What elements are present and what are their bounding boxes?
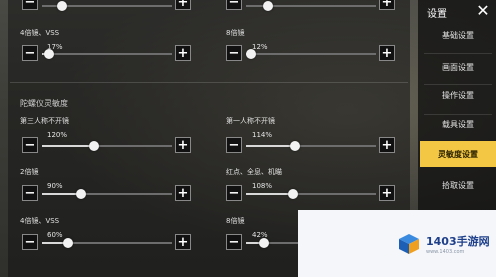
watermark-url: www.1403.com <box>426 248 465 255</box>
plus-button[interactable]: + <box>175 137 191 153</box>
minus-button[interactable]: − <box>22 45 38 61</box>
close-icon[interactable]: ✕ <box>474 2 492 20</box>
slider-track[interactable] <box>42 189 172 199</box>
row-percent: 108% <box>252 182 273 190</box>
minus-button[interactable]: − <box>226 137 242 153</box>
minus-button[interactable]: − <box>22 234 38 250</box>
minus-button[interactable]: − <box>226 185 242 201</box>
minus-button[interactable]: − <box>226 234 242 250</box>
row-percent: 90% <box>47 182 63 190</box>
row-label: 4倍镜、VSS <box>20 29 60 37</box>
plus-button[interactable]: + <box>379 137 395 153</box>
row-label: 4倍镜、VSS <box>20 217 60 225</box>
row-label: 第三人称不开镜 <box>20 117 69 125</box>
row-label: 2倍镜 <box>20 168 39 176</box>
slider-track[interactable] <box>246 189 376 199</box>
slider-knob[interactable] <box>89 141 99 151</box>
slider-knob[interactable] <box>288 189 298 199</box>
slider-track[interactable] <box>42 238 172 248</box>
slider-knob[interactable] <box>290 141 300 151</box>
row-percent: 60% <box>47 231 63 239</box>
slider-knob[interactable] <box>63 238 73 248</box>
sidebar-item-vehicle[interactable]: 载具设置 <box>420 111 496 137</box>
slider-knob[interactable] <box>259 238 269 248</box>
slider-knob[interactable] <box>76 189 86 199</box>
slider-knob[interactable] <box>263 1 273 11</box>
plus-button[interactable]: + <box>379 45 395 61</box>
slider-track[interactable] <box>42 49 172 59</box>
plus-button[interactable]: + <box>175 234 191 250</box>
slider-track[interactable] <box>42 1 172 11</box>
sidebar-item-pickup[interactable]: 拾取设置 <box>420 172 496 198</box>
plus-button[interactable]: + <box>379 0 395 10</box>
settings-title: 设置 <box>427 9 447 20</box>
slider-track[interactable] <box>246 141 376 151</box>
watermark-name: 1403手游网 <box>426 234 490 248</box>
row-percent: 120% <box>47 131 68 139</box>
slider-track[interactable] <box>246 49 376 59</box>
minus-button[interactable]: − <box>226 45 242 61</box>
slider-track[interactable] <box>246 1 376 11</box>
gyro-section-title: 陀螺仪灵敏度 <box>20 99 68 108</box>
slider-fill <box>246 193 293 195</box>
row-label: 第一人称不开镜 <box>226 117 275 125</box>
sidebar-item-controls[interactable]: 操作设置 <box>420 82 496 108</box>
row-label: 8倍镜 <box>226 29 245 37</box>
watermark-banner: 1403手游网 www.1403.com <box>298 210 496 277</box>
minus-button[interactable]: − <box>22 185 38 201</box>
sidebar-item-sensitivity[interactable]: 灵敏度设置 <box>420 141 496 167</box>
row-percent: 114% <box>252 131 273 139</box>
cube-logo-icon <box>398 233 420 255</box>
sidebar-item-graphics[interactable]: 画面设置 <box>420 54 496 80</box>
minus-button[interactable]: − <box>226 0 242 10</box>
plus-button[interactable]: + <box>175 45 191 61</box>
sidebar-item-basic[interactable]: 基础设置 <box>420 22 496 48</box>
slider-fill <box>246 145 295 147</box>
slider-knob[interactable] <box>246 49 256 59</box>
row-label: 8倍镜 <box>226 217 245 225</box>
row-label: 红点、全息、机瞄 <box>226 168 282 176</box>
section-divider <box>10 82 408 83</box>
minus-button[interactable]: − <box>22 137 38 153</box>
plus-button[interactable]: + <box>379 185 395 201</box>
slider-fill <box>42 145 94 147</box>
slider-knob[interactable] <box>44 49 54 59</box>
plus-button[interactable]: + <box>175 185 191 201</box>
slider-track[interactable] <box>42 141 172 151</box>
minus-button[interactable]: − <box>22 0 38 10</box>
slider-knob[interactable] <box>57 1 67 11</box>
plus-button[interactable]: + <box>175 0 191 10</box>
